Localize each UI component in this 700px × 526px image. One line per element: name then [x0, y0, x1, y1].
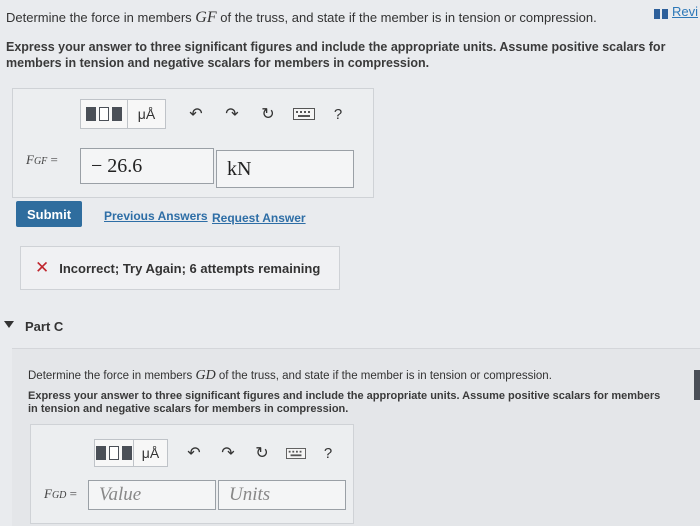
request-answer-link[interactable]: Request Answer	[212, 211, 306, 225]
partb-variable-label: FGF =	[26, 152, 58, 167]
template-box-icon	[109, 446, 119, 460]
redo-icon[interactable]: ↷	[218, 99, 246, 129]
reset-icon[interactable]: ↻	[254, 99, 282, 129]
partc-toolbar: μÅ ↶ ↷ ↻ ?	[94, 438, 342, 468]
partb-question: Determine the force in members GF of the…	[6, 9, 597, 26]
redo-icon[interactable]: ↷	[214, 438, 242, 468]
template-box-icon	[99, 107, 109, 121]
partb-units-input[interactable]: kN	[216, 150, 354, 188]
template-block-icon	[86, 107, 96, 121]
partc-value-input[interactable]: Value	[88, 480, 216, 510]
partb-value-input[interactable]: − 26.6	[80, 148, 214, 184]
help-icon[interactable]: ?	[314, 438, 342, 468]
review-link-label: Revi	[672, 4, 699, 19]
partb-instructions: Express your answer to three significant…	[6, 40, 666, 70]
partb-question-var: GF	[195, 9, 217, 26]
partc-question-var: GD	[195, 368, 216, 383]
undo-icon[interactable]: ↶	[180, 438, 208, 468]
reset-icon[interactable]: ↻	[248, 438, 276, 468]
undo-icon[interactable]: ↶	[182, 99, 210, 129]
partb-toolbar: μÅ ↶ ↷ ↻ ?	[80, 99, 352, 129]
review-icon	[654, 7, 668, 19]
partc-variable-label: FGD =	[44, 486, 77, 501]
feedback-text: Incorrect; Try Again; 6 attempts remaini…	[59, 260, 321, 276]
keyboard-icon[interactable]	[290, 99, 318, 129]
partc-question: Determine the force in members GD of the…	[28, 368, 552, 383]
partc-instructions: Express your answer to three significant…	[28, 390, 661, 415]
template-block-icon	[96, 446, 106, 460]
collapse-arrow-icon[interactable]	[4, 321, 14, 328]
units-button[interactable]: μÅ	[128, 99, 166, 129]
templates-button[interactable]	[80, 99, 128, 129]
review-link[interactable]: Revi	[654, 4, 698, 19]
feedback-message: ✕ Incorrect; Try Again; 6 attempts remai…	[20, 246, 340, 290]
part-c-title[interactable]: Part C	[25, 319, 63, 334]
previous-answers-link[interactable]: Previous Answers	[104, 209, 208, 223]
keyboard-icon[interactable]	[282, 438, 310, 468]
partc-units-input[interactable]: Units	[218, 480, 346, 510]
units-button[interactable]: μÅ	[134, 439, 168, 467]
scrollbar-thumb[interactable]	[694, 370, 700, 400]
error-x-icon: ✕	[35, 258, 50, 277]
submit-button[interactable]: Submit	[16, 201, 82, 227]
help-icon[interactable]: ?	[324, 99, 352, 129]
templates-button[interactable]	[94, 439, 134, 467]
